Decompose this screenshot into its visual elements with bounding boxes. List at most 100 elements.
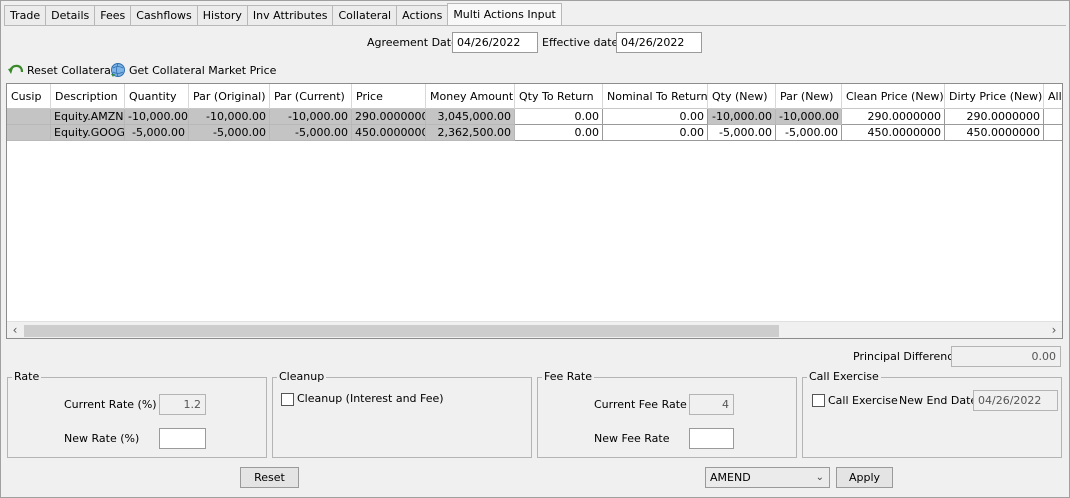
- new-fee-rate-label: New Fee Rate: [594, 432, 670, 445]
- effective-date-label: Effective date: [542, 36, 619, 49]
- action-select-value: AMEND: [710, 471, 751, 484]
- cell-qty-to-return[interactable]: 0.00: [515, 125, 603, 141]
- chevron-down-icon: ⌄: [815, 472, 824, 483]
- cell-dirty-price-new[interactable]: 450.0000000: [945, 125, 1044, 141]
- new-rate-label: New Rate (%): [64, 432, 140, 445]
- agreement-date-input[interactable]: 04/26/2022: [452, 32, 538, 53]
- new-fee-rate-input[interactable]: [689, 428, 734, 449]
- principal-difference-label: Principal Difference: [853, 350, 961, 363]
- cell-nominal-to-return[interactable]: 0.00: [603, 109, 708, 125]
- fee-rate-group: Fee Rate Current Fee Rate 4 New Fee Rate: [537, 370, 797, 458]
- table-header: Cusip Description Quantity Par (Original…: [7, 84, 1062, 109]
- column-header-qty-new[interactable]: Qty (New): [708, 84, 776, 109]
- cell-qty-new[interactable]: -5,000.00: [708, 125, 776, 141]
- cell-cusip[interactable]: [7, 125, 51, 141]
- table-row[interactable]: Equity.GOOG -5,000.00 -5,000.00 -5,000.0…: [7, 125, 1062, 141]
- tab-cashflows[interactable]: Cashflows: [130, 5, 198, 25]
- cell-price[interactable]: 450.0000000: [352, 125, 426, 141]
- column-header-par-original[interactable]: Par (Original): [189, 84, 270, 109]
- call-exercise-group: Call Exercise Call Exercise New End Date…: [802, 370, 1062, 458]
- column-header-par-current[interactable]: Par (Current): [270, 84, 352, 109]
- collateral-table: Cusip Description Quantity Par (Original…: [6, 83, 1063, 339]
- new-end-date-label: New End Date: [899, 394, 978, 407]
- cell-par-new[interactable]: -5,000.00: [776, 125, 842, 141]
- effective-date-input[interactable]: 04/26/2022: [616, 32, 702, 53]
- cell-dirty-price-new[interactable]: 290.0000000: [945, 109, 1044, 125]
- cell-par-original[interactable]: -10,000.00: [189, 109, 270, 125]
- cell-nominal-to-return[interactable]: 0.00: [603, 125, 708, 141]
- column-header-cusip[interactable]: Cusip: [7, 84, 51, 109]
- cell-quantity[interactable]: -10,000.00: [125, 109, 189, 125]
- tab-actions[interactable]: Actions: [396, 5, 449, 25]
- cell-par-current[interactable]: -10,000.00: [270, 109, 352, 125]
- rate-group: Rate Current Rate (%) 1.2 New Rate (%): [7, 370, 267, 458]
- chevron-right-icon[interactable]: ›: [1047, 323, 1061, 337]
- cell-qty-new[interactable]: -10,000.00: [708, 109, 776, 125]
- column-header-par-new[interactable]: Par (New): [776, 84, 842, 109]
- call-exercise-group-title: Call Exercise: [807, 370, 881, 384]
- cell-description[interactable]: Equity.AMZN: [51, 109, 125, 125]
- horizontal-scrollbar[interactable]: ‹ ›: [7, 321, 1062, 338]
- column-header-price[interactable]: Price: [352, 84, 426, 109]
- cell-clean-price-new[interactable]: 290.0000000: [842, 109, 945, 125]
- tab-multi-actions-input[interactable]: Multi Actions Input: [447, 3, 562, 25]
- column-header-dirty-price-new[interactable]: Dirty Price (New): [945, 84, 1044, 109]
- tab-trade[interactable]: Trade: [4, 5, 47, 25]
- column-header-all[interactable]: All-: [1044, 84, 1062, 109]
- call-exercise-checkbox[interactable]: [812, 394, 825, 407]
- column-header-quantity[interactable]: Quantity: [125, 84, 189, 109]
- reset-collateral-button[interactable]: Reset Collateral: [8, 62, 114, 78]
- action-select[interactable]: AMEND ⌄: [705, 467, 830, 488]
- tab-divider: [4, 25, 1066, 26]
- cleanup-group: Cleanup Cleanup (Interest and Fee): [272, 370, 532, 458]
- reset-button[interactable]: Reset: [240, 467, 299, 488]
- cell-money-amount[interactable]: 2,362,500.00: [426, 125, 515, 141]
- cell-cusip[interactable]: [7, 109, 51, 125]
- agreement-date-label: Agreement Date: [367, 36, 458, 49]
- current-rate-label: Current Rate (%): [64, 398, 157, 411]
- apply-button[interactable]: Apply: [836, 467, 893, 488]
- new-end-date-field: 04/26/2022: [973, 390, 1058, 411]
- tab-inv-attributes[interactable]: Inv Attributes: [246, 5, 334, 25]
- chevron-left-icon[interactable]: ‹: [8, 323, 22, 337]
- current-fee-rate-field: 4: [689, 394, 734, 415]
- column-header-qty-to-return[interactable]: Qty To Return: [515, 84, 603, 109]
- tab-fees[interactable]: Fees: [94, 5, 132, 25]
- tab-details[interactable]: Details: [45, 5, 96, 25]
- scrollbar-thumb[interactable]: [24, 325, 779, 337]
- rate-group-title: Rate: [12, 370, 42, 384]
- current-rate-field: 1.2: [159, 394, 206, 415]
- tab-collateral[interactable]: Collateral: [332, 5, 398, 25]
- current-fee-rate-label: Current Fee Rate: [594, 398, 687, 411]
- table-row[interactable]: Equity.AMZN -10,000.00 -10,000.00 -10,00…: [7, 109, 1062, 125]
- column-header-money-amount[interactable]: Money Amount: [426, 84, 515, 109]
- cell-price[interactable]: 290.0000000: [352, 109, 426, 125]
- cell-par-original[interactable]: -5,000.00: [189, 125, 270, 141]
- new-rate-input[interactable]: [159, 428, 206, 449]
- tab-bar: Trade Details Fees Cashflows History Inv…: [4, 3, 562, 25]
- reset-collateral-label: Reset Collateral: [27, 63, 114, 77]
- cell-all[interactable]: [1044, 125, 1062, 141]
- cell-par-new[interactable]: -10,000.00: [776, 109, 842, 125]
- cell-money-amount[interactable]: 3,045,000.00: [426, 109, 515, 125]
- cell-description[interactable]: Equity.GOOG: [51, 125, 125, 141]
- fee-rate-group-title: Fee Rate: [542, 370, 594, 384]
- principal-difference-field: 0.00: [951, 346, 1061, 367]
- cleanup-group-title: Cleanup: [277, 370, 327, 384]
- undo-arrow-icon: [8, 64, 24, 74]
- get-market-price-label: Get Collateral Market Price: [129, 63, 277, 77]
- cell-par-current[interactable]: -5,000.00: [270, 125, 352, 141]
- refresh-globe-icon: [111, 63, 125, 77]
- cell-qty-to-return[interactable]: 0.00: [515, 109, 603, 125]
- cleanup-checkbox-label: Cleanup (Interest and Fee): [297, 392, 444, 405]
- cell-clean-price-new[interactable]: 450.0000000: [842, 125, 945, 141]
- cell-quantity[interactable]: -5,000.00: [125, 125, 189, 141]
- column-header-clean-price-new[interactable]: Clean Price (New): [842, 84, 945, 109]
- cell-all[interactable]: [1044, 109, 1062, 125]
- cleanup-checkbox[interactable]: [281, 393, 294, 406]
- call-exercise-checkbox-label: Call Exercise: [828, 394, 898, 407]
- tab-history[interactable]: History: [196, 5, 248, 25]
- get-market-price-button[interactable]: Get Collateral Market Price: [110, 62, 276, 78]
- column-header-nominal-to-return[interactable]: Nominal To Return: [603, 84, 708, 109]
- column-header-description[interactable]: Description: [51, 84, 125, 109]
